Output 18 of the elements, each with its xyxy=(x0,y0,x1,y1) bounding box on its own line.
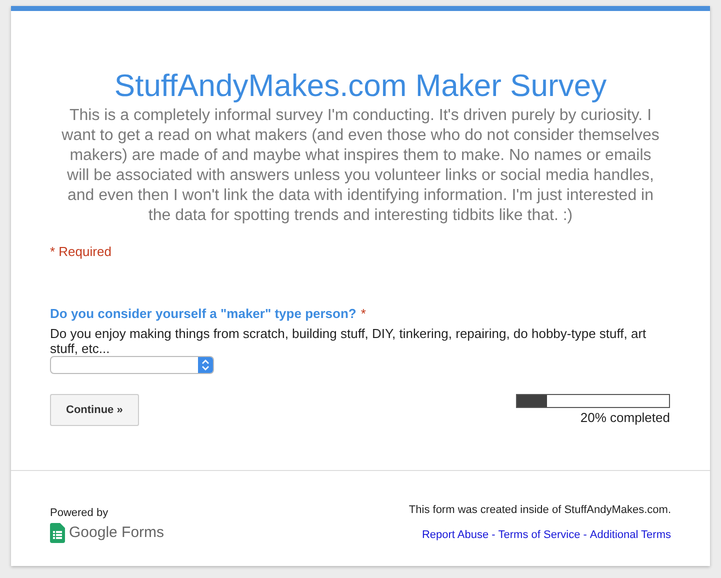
answer-dropdown[interactable] xyxy=(50,356,214,374)
brand-name: Google Forms xyxy=(69,522,164,543)
link-separator: - xyxy=(490,528,496,543)
question-help: Do you enjoy making things from scratch, building stuff, DIY, tinkering, repairing, do hobby-type stuff, art stuff, etc... xyxy=(50,326,648,356)
footer-link[interactable]: Terms of Service xyxy=(498,526,580,544)
required-note: * Required xyxy=(50,243,112,262)
continue-button[interactable]: Continue » xyxy=(50,394,139,426)
powered-by-label: Powered by xyxy=(50,506,110,522)
forms-logo-icon xyxy=(50,522,65,543)
created-note: This form was created inside of StuffAndyMakes.com. xyxy=(408,503,671,518)
form-title: StuffAndyMakes.com Maker Survey xyxy=(113,67,608,104)
link-separator: - xyxy=(582,528,588,543)
footer-link[interactable]: Report Abuse xyxy=(422,526,489,544)
required-mark: * xyxy=(360,306,366,321)
progress-label: 20% completed xyxy=(580,408,670,427)
question-title: Do you consider yourself a "maker" type person? xyxy=(50,306,356,321)
footer-link[interactable]: Additional Terms xyxy=(590,526,671,544)
form-description: This is a completely informal survey I'm conducting. It's driven purely by curiosity. I want to get a read on what makers (and even those who do not consider themselves makers) are made of and maybe what inspires them to make. No names or emails will be associated with answers unless you volunteer links or social media handles, and even then I won't link the data with identifying information. I'm just interested in the data for spotting trends and interesting tidbits like that. :) xyxy=(60,106,660,226)
